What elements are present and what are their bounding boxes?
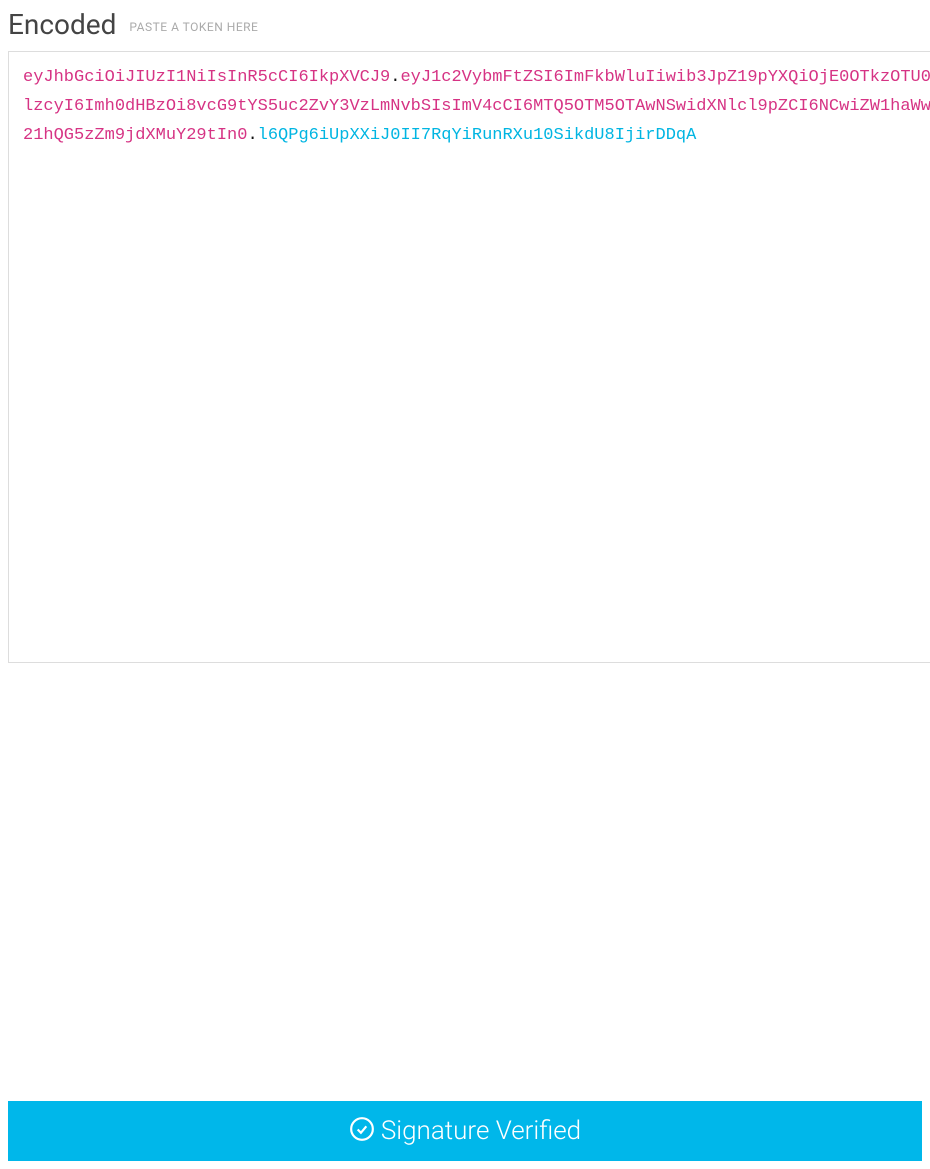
encoded-token-box[interactable]: eyJhbGciOiJIUzI1NiIsInR5cCI6IkpXVCJ9.eyJ… (8, 51, 930, 663)
signature-verified-banner: Signature Verified (8, 1101, 922, 1161)
encoded-hint: PASTE A TOKEN HERE (129, 20, 258, 34)
jwt-signature-segment: l6QPg6iUpXXiJ0II7RqYiRunRXu10SikdU8IjirD… (258, 126, 697, 145)
encoded-title: Encoded PASTE A TOKEN HERE (8, 8, 930, 41)
horizontal-scrollbar[interactable] (8, 669, 930, 685)
check-circle-icon (349, 1116, 375, 1142)
jwt-header-segment: eyJhbGciOiJIUzI1NiIsInR5cCI6IkpXVCJ9 (23, 68, 390, 87)
